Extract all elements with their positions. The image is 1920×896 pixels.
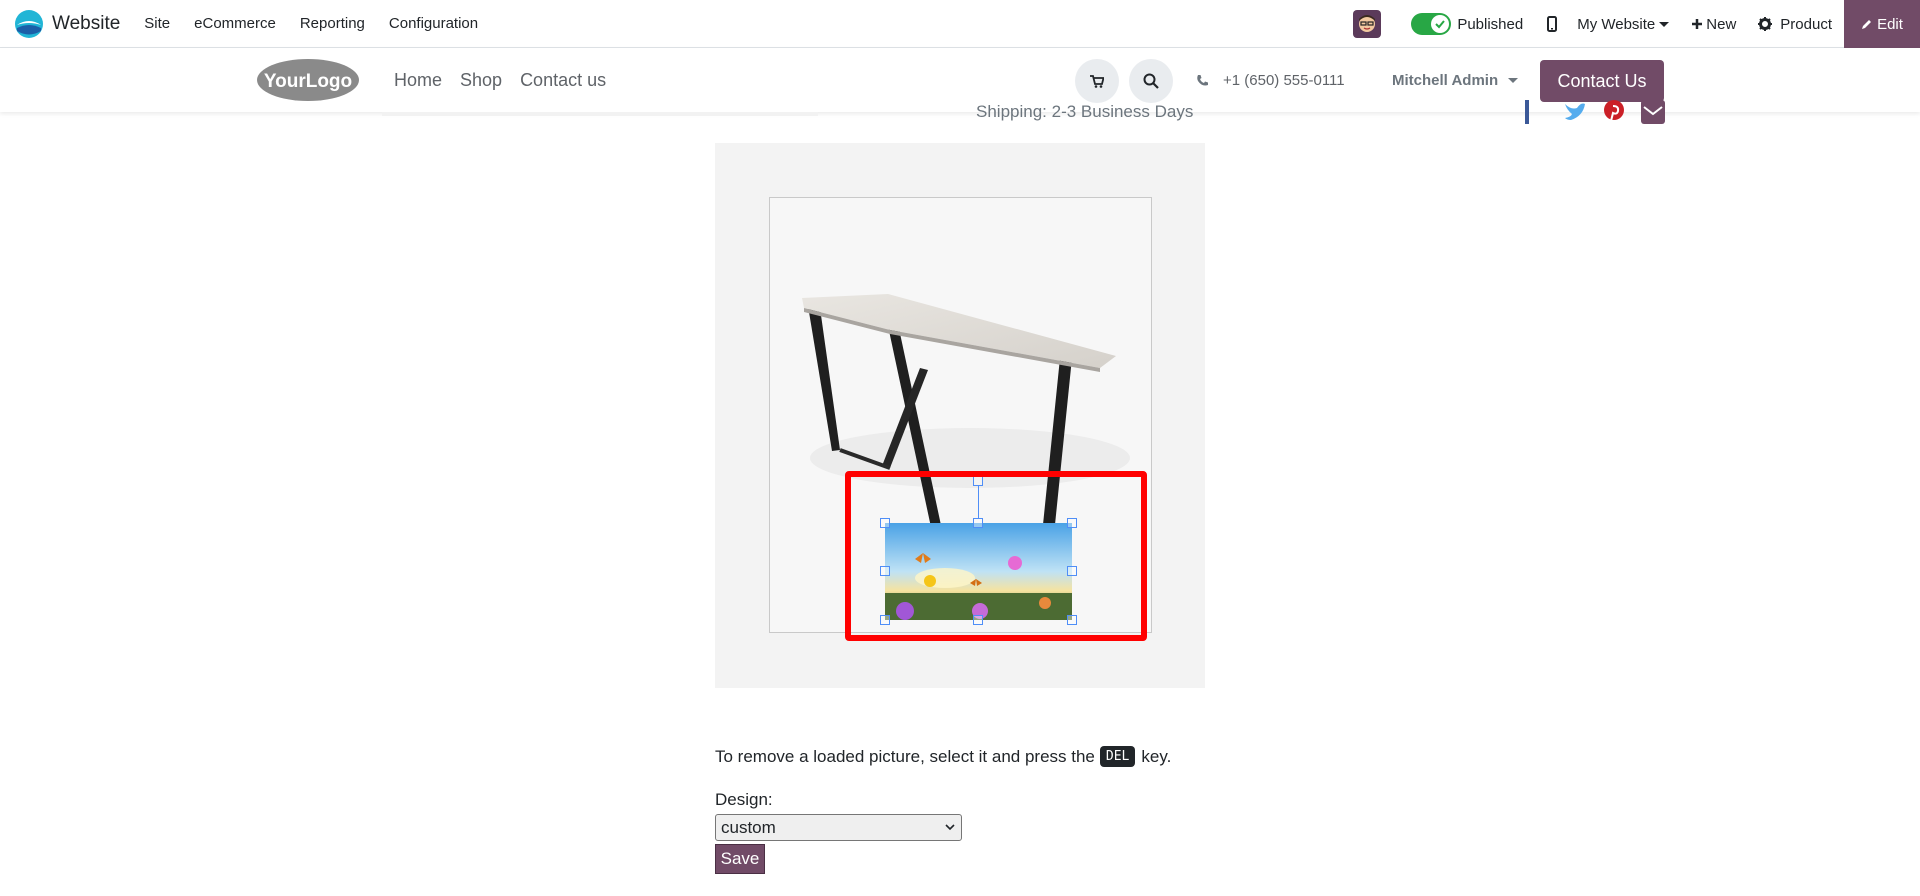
menu-configuration[interactable]: Configuration — [377, 15, 490, 32]
gear-icon — [1758, 17, 1773, 31]
social-share — [1524, 100, 1680, 124]
user-menu[interactable]: Mitchell Admin — [1392, 72, 1519, 89]
site-logo-text: YourLogo — [264, 71, 352, 92]
caret-down-icon — [1508, 78, 1519, 83]
product-image-container — [715, 143, 1205, 688]
design-select-value: custom — [721, 817, 776, 837]
contact-us-button[interactable]: Contact Us — [1540, 60, 1664, 102]
toggle-check-icon — [1431, 15, 1450, 33]
product-label: Product — [1780, 15, 1832, 33]
hidden-panel-edge — [382, 112, 818, 116]
search-icon — [1143, 73, 1159, 89]
highlight-box — [845, 471, 1147, 641]
phone-icon — [1197, 75, 1208, 86]
save-button[interactable]: Save — [715, 844, 765, 874]
pencil-icon — [1862, 20, 1872, 29]
phone-number: +1 (650) 555-0111 — [1223, 72, 1345, 89]
publish-toggle[interactable] — [1411, 13, 1452, 35]
edit-label: Edit — [1877, 15, 1903, 33]
user-avatar[interactable] — [1353, 10, 1382, 38]
app-brand[interactable]: Website — [14, 9, 120, 39]
new-label: New — [1706, 15, 1737, 33]
site-nav: Home Shop Contact us — [394, 70, 624, 91]
menu-site[interactable]: Site — [132, 15, 182, 32]
design-label: Design: — [715, 790, 773, 809]
admin-actions: Published My Website New Product Edit — [1353, 0, 1920, 48]
site-logo[interactable]: YourLogo — [256, 58, 360, 102]
avatar-face-icon — [1359, 15, 1376, 32]
phone-link[interactable]: +1 (650) 555-0111 — [1196, 72, 1345, 89]
cart-icon — [1090, 74, 1104, 88]
menu-ecommerce[interactable]: eCommerce — [182, 15, 288, 32]
twitter-icon[interactable] — [1563, 100, 1587, 124]
search-button[interactable] — [1129, 59, 1173, 103]
product-button[interactable]: Product — [1758, 16, 1832, 33]
design-select[interactable]: custom — [715, 814, 962, 841]
website-selector[interactable]: My Website — [1577, 15, 1670, 33]
cart-button[interactable] — [1075, 59, 1119, 103]
menu-reporting[interactable]: Reporting — [288, 15, 377, 32]
website-selector-label: My Website — [1577, 15, 1656, 33]
remove-hint: To remove a loaded picture, select it an… — [715, 746, 1171, 767]
caret-down-icon — [1659, 21, 1670, 27]
user-name: Mitchell Admin — [1392, 72, 1499, 89]
nav-shop[interactable]: Shop — [460, 70, 502, 91]
plus-icon — [1692, 19, 1703, 29]
odoo-logo-icon — [15, 9, 43, 38]
del-key: DEL — [1099, 746, 1136, 767]
chevron-down-icon — [945, 824, 955, 831]
edit-button[interactable]: Edit — [1844, 0, 1920, 48]
app-name: Website — [52, 12, 121, 34]
shipping-info: Shipping: 2-3 Business Days — [976, 102, 1194, 121]
new-button[interactable]: New — [1691, 16, 1736, 33]
admin-topbar: Website Site eCommerce Reporting Configu… — [0, 0, 1920, 48]
hint-text-before: To remove a loaded picture, select it an… — [715, 746, 1095, 766]
app-menu: Site eCommerce Reporting Configuration — [132, 15, 490, 32]
mobile-icon[interactable] — [1547, 16, 1558, 32]
nav-home[interactable]: Home — [394, 70, 442, 91]
email-icon[interactable] — [1641, 100, 1665, 124]
nav-contact[interactable]: Contact us — [520, 70, 606, 91]
pinterest-icon[interactable] — [1602, 100, 1626, 124]
hint-text-after: key. — [1141, 746, 1172, 766]
published-label: Published — [1457, 15, 1524, 33]
facebook-icon[interactable] — [1524, 100, 1548, 124]
